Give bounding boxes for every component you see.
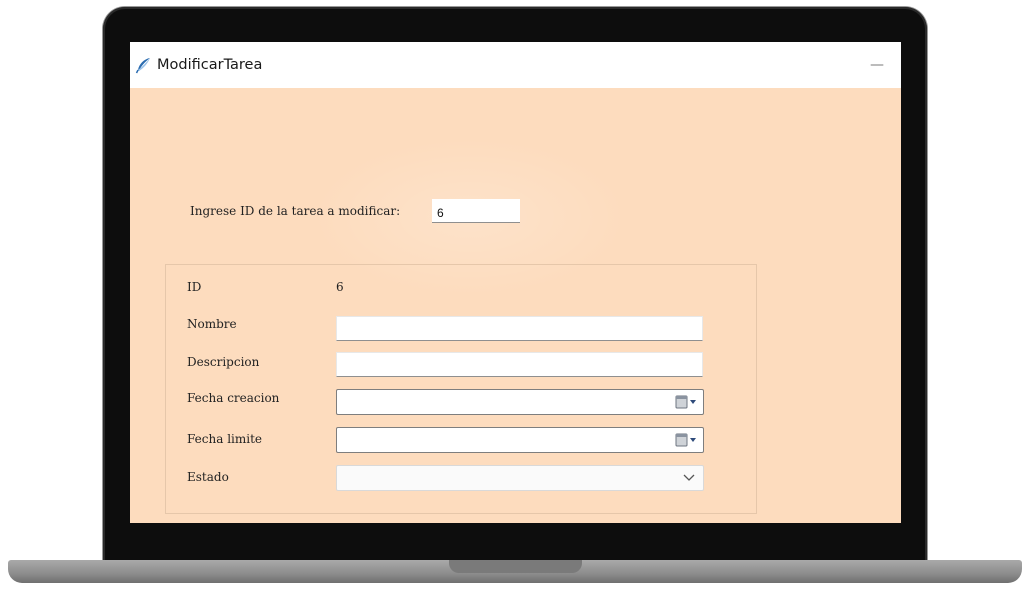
id-search-input[interactable]	[432, 199, 520, 223]
fecha-creacion-label: Fecha creacion	[187, 391, 280, 405]
app-window: ModificarTarea — Ingrese ID de la tarea …	[130, 42, 901, 523]
feather-pen-icon	[135, 58, 150, 74]
calendar-icon[interactable]	[675, 395, 697, 409]
estado-label: Estado	[187, 470, 229, 484]
fecha-limite-label: Fecha limite	[187, 432, 263, 446]
descripcion-input[interactable]	[336, 352, 703, 377]
fecha-creacion-picker[interactable]	[336, 389, 704, 415]
laptop-notch	[449, 560, 582, 573]
estado-select[interactable]	[336, 465, 704, 491]
id-value: 6	[336, 280, 344, 294]
chevron-down-icon[interactable]	[683, 474, 695, 482]
nombre-input[interactable]	[336, 316, 703, 341]
nombre-label: Nombre	[187, 317, 237, 331]
id-search-label: Ingrese ID de la tarea a modificar:	[190, 204, 401, 218]
calendar-icon[interactable]	[675, 433, 697, 447]
window-title: ModificarTarea	[157, 57, 263, 73]
id-label: ID	[187, 280, 202, 294]
title-bar: ModificarTarea —	[130, 42, 901, 88]
minimize-button[interactable]: —	[866, 52, 888, 78]
fecha-limite-picker[interactable]	[336, 427, 704, 453]
descripcion-label: Descripcion	[187, 355, 260, 369]
